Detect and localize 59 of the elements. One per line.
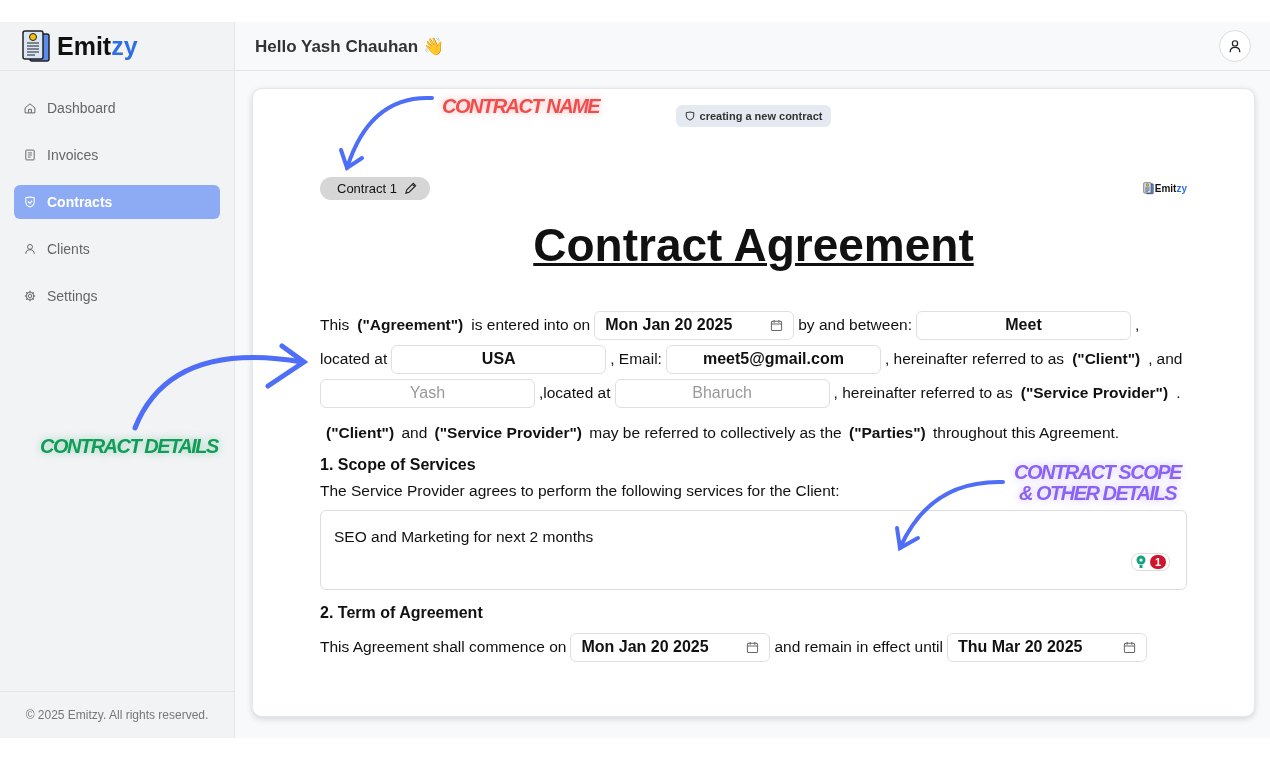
date-field[interactable]: Mon Jan 20 2025 (570, 632, 771, 662)
input-field[interactable]: USA (391, 344, 607, 374)
agreement-text: located at (320, 349, 388, 369)
section-heading: 1. Scope of Services (320, 456, 476, 474)
calendar-icon (746, 640, 760, 654)
status-badge: creating a new contract (675, 105, 832, 127)
annotation-label: CONTRACT NAME (442, 96, 600, 117)
sidebar-item[interactable]: Settings (14, 279, 220, 313)
agreement-text: by and between: (798, 315, 912, 335)
contract-title: Contract Agreement (532, 218, 975, 272)
bulb-icon (1134, 555, 1147, 569)
calendar-icon (1123, 640, 1136, 654)
calendar-icon (770, 318, 784, 332)
agreement-text: This (320, 315, 350, 335)
nav-icon (23, 195, 37, 209)
agreement-text: and remain in effect until (774, 637, 943, 657)
date-field[interactable]: Thu Mar 20 2025 (947, 632, 1147, 662)
shield-icon (684, 111, 695, 121)
agreement-text: , (1135, 315, 1140, 335)
annotation-label: CONTRACT DETAILS (40, 436, 218, 457)
agreement-text: , Email: (610, 349, 662, 369)
app-logo-text: Emitzy (57, 31, 138, 61)
copyright-text: © 2025 Emitzy. All rights reserved. (25, 708, 209, 722)
agreement-text: ,located at (539, 383, 611, 403)
logo-icon (21, 29, 51, 63)
nav-icon (23, 242, 37, 256)
defined-term: ("Client") (1071, 349, 1142, 369)
agreement-text: , hereinafter referred to as (884, 349, 1065, 369)
sidebar-item[interactable]: Invoices (14, 138, 220, 172)
nav-icon (23, 148, 37, 162)
date-field[interactable]: Mon Jan 20 2025 (594, 310, 795, 340)
sidebar-item[interactable]: Dashboard (14, 91, 220, 125)
annotation-label: CONTRACT SCOPE & OTHER DETAILS (1013, 462, 1183, 504)
logo-icon (1142, 182, 1154, 195)
brand-logo-text: Emitzy (1154, 183, 1187, 194)
section-heading: 2. Term of Agreement (320, 604, 483, 622)
input-field[interactable]: Meet (916, 310, 1131, 340)
sidebar-item[interactable]: Clients (14, 232, 220, 266)
section-text: The Service Provider agrees to perform the following services for the Client: (320, 482, 840, 500)
agreement-text: , (1148, 349, 1153, 369)
user-icon (1228, 39, 1242, 53)
pencil-icon (404, 182, 417, 195)
agreement-text: . (1176, 383, 1181, 403)
input-field[interactable]: meet5@gmail.com (665, 344, 881, 374)
defined-term: ("Agreement") (356, 315, 465, 335)
nav-icon (23, 289, 37, 303)
defined-term: ("Service Provider") (1019, 383, 1170, 403)
nav-icon (23, 101, 37, 115)
issue-count: 1 (1149, 555, 1166, 569)
agreement-text: and (1156, 349, 1183, 369)
parties-sentence: ("Client") and ("Service Provider") may be referred to collectively as the ("Parties") throughout this Agreement. (325, 424, 1121, 442)
agreement-text: is entered into on (471, 315, 591, 335)
user-avatar[interactable] (1219, 30, 1251, 62)
greeting-text: Hello Yash Chauhan 👋 (255, 35, 444, 57)
grammar-badge[interactable]: 1 (1130, 553, 1170, 571)
agreement-text: , hereinafter referred to as (833, 383, 1013, 403)
contract-name-chip[interactable]: Contract 1 (320, 177, 430, 200)
agreement-text: This Agreement shall commence on (320, 637, 567, 657)
services-textarea[interactable]: SEO and Marketing for next 2 months 1 (320, 510, 1187, 590)
